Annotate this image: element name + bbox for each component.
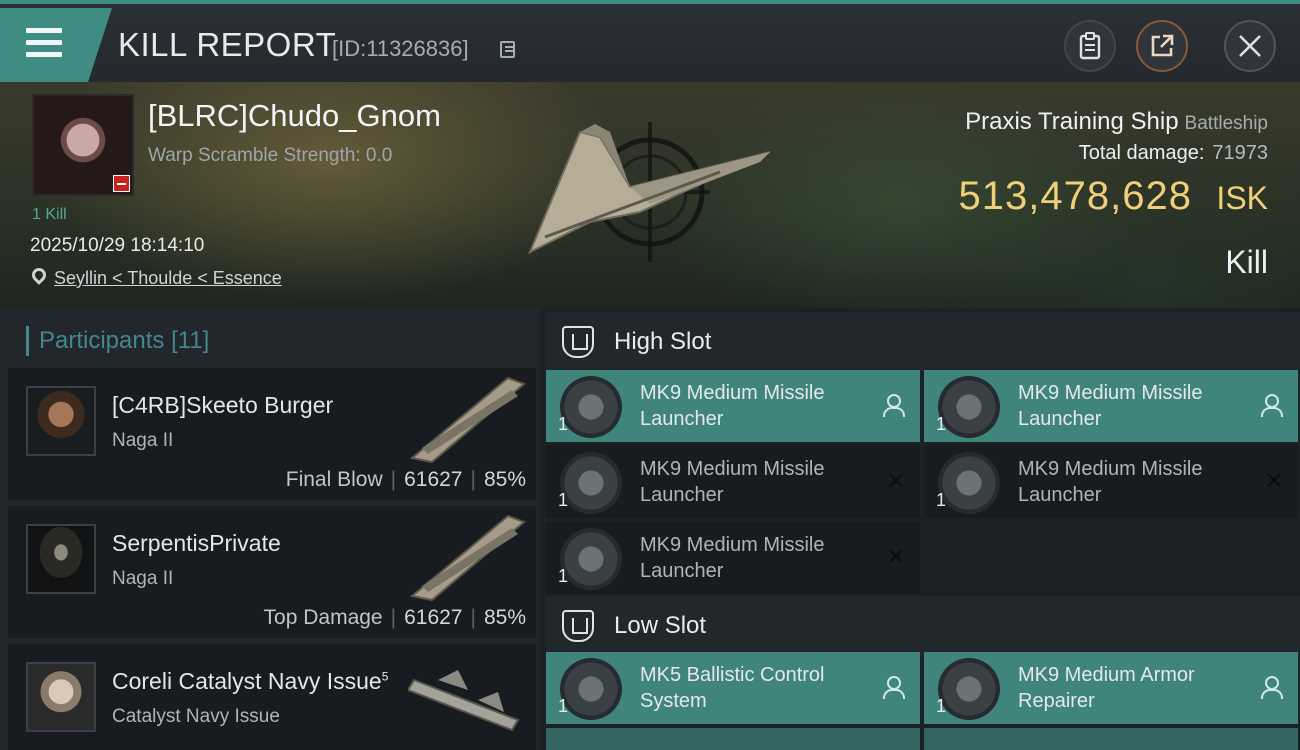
- kill-count: 1 Kill: [32, 206, 67, 223]
- module-high-4[interactable]: 1 MK9 Medium Missile Launcher ✕: [924, 446, 1298, 518]
- participant-ship-image: [409, 376, 526, 464]
- low-slot-title: Low Slot: [614, 612, 707, 639]
- total-damage: Total damage: 71973: [1078, 142, 1268, 164]
- participant-row[interactable]: SerpentisPrivate Naga II Top Damage | 6162…: [8, 506, 536, 638]
- module-qty: 1: [558, 490, 569, 510]
- participant-stats: Top Damage | 61627 | 85%: [263, 606, 526, 629]
- module-low-4-partial[interactable]: [924, 728, 1298, 750]
- copy-id-icon[interactable]: [500, 41, 515, 58]
- high-slot-header: High Slot: [546, 312, 1300, 372]
- participants-count: [11]: [171, 327, 210, 354]
- module-name: MK5 Ballistic Control System: [640, 664, 825, 712]
- participant-ship: Naga II: [112, 430, 174, 451]
- module-qty: 1: [936, 490, 947, 510]
- person-icon: [882, 676, 905, 699]
- warp-scramble-strength: Warp Scramble Strength: 0.0: [148, 145, 393, 166]
- victim-ship-name[interactable]: Praxis Training Ship Battleship: [965, 108, 1268, 136]
- participant-ship-image: [408, 670, 520, 732]
- share-button[interactable]: [1136, 20, 1188, 72]
- participant-name: [C4RB]Skeeto Burger: [112, 392, 334, 418]
- module-name: MK9 Medium Missile Launcher: [640, 382, 825, 430]
- missile-launcher-icon: [938, 376, 1000, 438]
- missile-launcher-icon: [560, 376, 622, 438]
- missile-launcher-icon: [560, 452, 622, 514]
- module-qty: 1: [558, 566, 569, 586]
- module-low-3-partial[interactable]: [546, 728, 920, 750]
- high-slot-title: High Slot: [614, 328, 712, 355]
- participants-panel: Participants [11] [C4RB]Skeeto Burger Na…: [0, 308, 540, 750]
- report-id: [ID:11326836]: [332, 36, 469, 61]
- victim-ship-class: Battleship: [1184, 113, 1268, 134]
- isk-unit: ISK: [1216, 180, 1268, 216]
- participant-name: SerpentisPrivate: [112, 530, 281, 556]
- destroyed-x-icon: ✕: [885, 468, 906, 495]
- destroyed-x-icon: ✕: [1263, 468, 1284, 495]
- participants-header: Participants [11]: [26, 326, 209, 356]
- clipboard-icon: [1079, 32, 1101, 60]
- module-low-2[interactable]: 1 MK9 Medium Armor Repairer: [924, 652, 1298, 724]
- module-high-5[interactable]: 1 MK9 Medium Missile Launcher ✕: [546, 522, 920, 594]
- module-name: MK9 Medium Missile Launcher: [640, 534, 825, 582]
- module-qty: 1: [558, 414, 569, 434]
- module-name: MK9 Medium Armor Repairer: [1018, 664, 1195, 712]
- title-bar: KILL REPORT [ID:11326836]: [0, 0, 1300, 84]
- missile-launcher-icon: [560, 528, 622, 590]
- participant-stats: Final Blow | 61627 | 85%: [285, 468, 526, 491]
- kill-banner: [BLRC]Chudo_Gnom Warp Scramble Strength:…: [0, 82, 1300, 308]
- share-icon: [1151, 34, 1174, 57]
- low-slot-header: Low Slot: [546, 596, 1300, 656]
- person-icon: [882, 394, 905, 417]
- low-slot-icon: [562, 610, 594, 642]
- participant-ship: Catalyst Navy Issue: [112, 706, 280, 727]
- module-name: MK9 Medium Missile Launcher: [640, 458, 825, 506]
- participant-avatar: [26, 386, 96, 456]
- participant-ship-image: [409, 514, 526, 602]
- ballistic-control-icon: [560, 658, 622, 720]
- victim-ship-image: [528, 122, 771, 262]
- menu-button[interactable]: [0, 8, 112, 84]
- high-slot-icon: [562, 326, 594, 358]
- page-title: KILL REPORT: [118, 26, 337, 63]
- hamburger-menu-icon: [26, 28, 62, 58]
- clipboard-button[interactable]: [1064, 20, 1116, 72]
- module-low-1[interactable]: 1 MK5 Ballistic Control System: [546, 652, 920, 724]
- close-icon: [1239, 35, 1261, 57]
- person-icon: [1260, 676, 1283, 699]
- armor-repairer-icon: [938, 658, 1000, 720]
- module-high-2[interactable]: 1 MK9 Medium Missile Launcher: [924, 370, 1298, 442]
- participant-name-superscript: 5: [381, 669, 389, 684]
- kill-result: Kill: [1225, 244, 1268, 280]
- module-name: MK9 Medium Missile Launcher: [1018, 458, 1203, 506]
- module-name: MK9 Medium Missile Launcher: [1018, 382, 1203, 430]
- hostile-badge-icon: [113, 175, 130, 192]
- module-high-3[interactable]: 1 MK9 Medium Missile Launcher ✕: [546, 446, 920, 518]
- participant-name: Coreli Catalyst Navy Issue5: [112, 668, 389, 694]
- total-damage-value: 71973: [1212, 142, 1268, 164]
- module-qty: 1: [936, 414, 947, 434]
- participant-row[interactable]: Coreli Catalyst Navy Issue5 Catalyst Nav…: [8, 644, 536, 750]
- destroyed-x-icon: ✕: [885, 544, 906, 571]
- module-qty: 1: [936, 696, 947, 716]
- isk-value: 513,478,628: [958, 174, 1192, 218]
- participant-ship: Naga II: [112, 568, 174, 589]
- module-qty: 1: [558, 696, 569, 716]
- close-button[interactable]: [1224, 20, 1276, 72]
- participant-avatar: [26, 662, 96, 732]
- victim-portrait[interactable]: [32, 94, 134, 196]
- location-pin-icon: [29, 265, 49, 285]
- location-link[interactable]: Seyllin < Thoulde < Essence: [54, 268, 282, 289]
- kill-datetime: 2025/10/29 18:14:10: [30, 235, 205, 256]
- victim-name[interactable]: [BLRC]Chudo_Gnom: [148, 98, 441, 134]
- missile-launcher-icon: [938, 452, 1000, 514]
- participant-avatar: [26, 524, 96, 594]
- person-icon: [1260, 394, 1283, 417]
- participant-row[interactable]: [C4RB]Skeeto Burger Naga II Final Blow | 6…: [8, 368, 536, 500]
- module-high-1[interactable]: 1 MK9 Medium Missile Launcher: [546, 370, 920, 442]
